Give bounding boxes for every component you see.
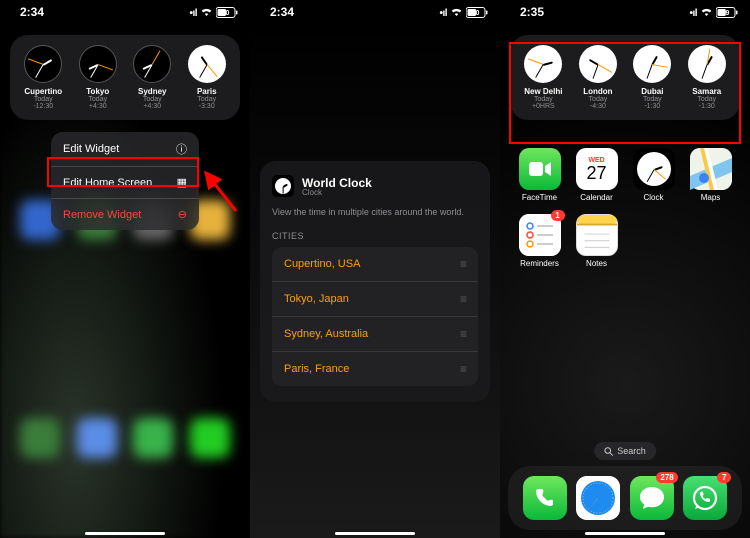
world-clock-new-delhi: New DelhiToday+0HRS (524, 45, 562, 110)
dock-phone[interactable] (523, 476, 567, 520)
svg-text:50: 50 (222, 10, 230, 17)
world-clock-paris: ParisToday-3:30 (188, 45, 226, 110)
app-reminders[interactable]: 1 Reminders (514, 214, 565, 268)
search-icon (604, 447, 613, 456)
cities-section-label: CITIES (272, 231, 478, 241)
battery-icon: 49 (716, 7, 738, 18)
badge: 7 (717, 472, 731, 483)
status-icons: 50 (439, 5, 488, 19)
app-calendar[interactable]: WED 27 Calendar (571, 148, 622, 202)
panel-context-menu: 2:34 50 CupertinoToday-12:30 TokyoToday+4… (0, 0, 250, 538)
wifi-icon (200, 7, 213, 17)
cellular-icon (689, 5, 697, 19)
minus-circle-icon: ⊖ (178, 208, 187, 221)
calendar-icon: WED 27 (576, 148, 618, 190)
battery-icon: 50 (216, 7, 238, 18)
city-list: Cupertino, USA≡Tokyo, Japan≡Sydney, Aust… (272, 247, 478, 386)
home-indicator[interactable] (335, 532, 415, 535)
city-row[interactable]: Paris, France≡ (272, 352, 478, 386)
world-clock-samara: SamaraToday-1:30 (688, 45, 726, 110)
svg-text:49: 49 (722, 10, 730, 17)
app-notes[interactable]: Notes (571, 214, 622, 268)
arrow-annotation (200, 165, 240, 215)
widget-context-menu: Edit Widget ⓘ Edit Home Screen ▦ Remove … (51, 132, 199, 230)
menu-remove-widget[interactable]: Remove Widget ⊖ (51, 199, 199, 230)
cellular-icon (189, 5, 197, 19)
status-icons: 49 (689, 5, 738, 19)
panel-home-screen: 2:35 49 New DelhiToday+0HRS LondonToday-4… (500, 0, 750, 538)
home-indicator[interactable] (585, 532, 665, 535)
drag-handle-icon[interactable]: ≡ (460, 327, 466, 341)
wifi-icon (700, 7, 713, 17)
city-row[interactable]: Sydney, Australia≡ (272, 317, 478, 352)
search-pill[interactable]: Search (594, 442, 656, 460)
phone-icon (523, 476, 567, 520)
app-facetime[interactable]: FaceTime (514, 148, 565, 202)
world-clock-dubai: DubaiToday-1:30 (633, 45, 671, 110)
battery-icon: 50 (466, 7, 488, 18)
drag-handle-icon[interactable]: ≡ (460, 362, 466, 376)
wifi-icon (450, 7, 463, 17)
dock-messages[interactable]: 278 (630, 476, 674, 520)
facetime-icon (519, 148, 561, 190)
status-time: 2:34 (20, 5, 44, 19)
clock-app-icon (272, 175, 294, 197)
cellular-icon (439, 5, 447, 19)
widget-editor-card: World Clock Clock View the time in multi… (260, 161, 490, 402)
app-clock[interactable]: Clock (628, 148, 679, 202)
status-time: 2:34 (270, 5, 294, 19)
world-clock-tokyo: TokyoToday+4:30 (79, 45, 117, 110)
menu-edit-widget[interactable]: Edit Widget ⓘ (51, 132, 199, 167)
maps-icon (690, 148, 732, 190)
world-clock-cupertino: CupertinoToday-12:30 (24, 45, 62, 110)
status-bar: 2:34 50 (250, 0, 500, 21)
badge: 278 (656, 472, 677, 483)
home-indicator[interactable] (85, 532, 165, 535)
svg-text:50: 50 (472, 10, 480, 17)
world-clock-sydney: SydneyToday+4:30 (133, 45, 171, 110)
clock-icon (633, 148, 675, 190)
app-maps[interactable]: Maps (685, 148, 736, 202)
status-time: 2:35 (520, 5, 544, 19)
world-clock-widget[interactable]: New DelhiToday+0HRS LondonToday-4:30 Dubai… (510, 35, 740, 120)
panel-widget-editor: 2:34 50 World Clock Clock View the time … (250, 0, 500, 538)
editor-description: View the time in multiple cities around … (272, 207, 478, 217)
reminders-icon: 1 (519, 214, 561, 256)
dock: 278 7 (508, 466, 742, 530)
notes-icon (576, 214, 618, 256)
messages-icon: 278 (630, 476, 674, 520)
drag-handle-icon[interactable]: ≡ (460, 257, 466, 271)
dock-safari[interactable] (576, 476, 620, 520)
whatsapp-icon: 7 (683, 476, 727, 520)
city-row[interactable]: Cupertino, USA≡ (272, 247, 478, 282)
drag-handle-icon[interactable]: ≡ (460, 292, 466, 306)
world-clock-widget[interactable]: CupertinoToday-12:30 TokyoToday+4:30 Sydne… (10, 35, 240, 120)
menu-edit-home-screen[interactable]: Edit Home Screen ▦ (51, 167, 199, 199)
badge: 1 (551, 210, 565, 221)
safari-icon (576, 476, 620, 520)
status-icons: 50 (189, 5, 238, 19)
world-clock-london: LondonToday-4:30 (579, 45, 617, 110)
dock-whatsapp[interactable]: 7 (683, 476, 727, 520)
city-row[interactable]: Tokyo, Japan≡ (272, 282, 478, 317)
info-icon: ⓘ (176, 141, 187, 157)
app-grid: FaceTime WED 27 Calendar Clock Maps (500, 134, 750, 268)
status-bar: 2:34 50 (0, 0, 250, 21)
apps-icon: ▦ (177, 176, 187, 189)
status-bar: 2:35 49 (500, 0, 750, 21)
